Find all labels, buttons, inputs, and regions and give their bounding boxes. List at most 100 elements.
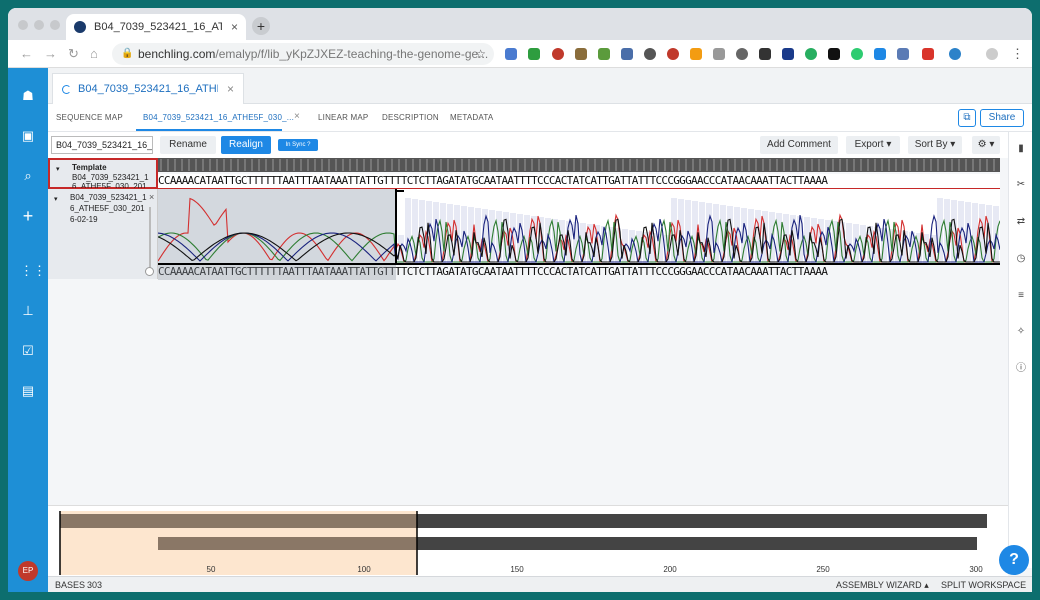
pinterest-extension-icon[interactable]	[667, 48, 679, 60]
close-tab-icon[interactable]: ×	[231, 20, 238, 34]
minimap-tick-label: 250	[816, 565, 830, 574]
position-ruler	[158, 158, 1000, 172]
template-row-label[interactable]: ▾ Template B04_7039_523421_1 6_ATHE5F_03…	[48, 158, 158, 189]
sort-by-button[interactable]: Sort By ▾	[908, 136, 962, 154]
alignment-name-field[interactable]: B04_7039_523421_16_...	[51, 136, 153, 154]
create-icon[interactable]: +	[20, 207, 36, 225]
share-button[interactable]: Share	[980, 109, 1024, 127]
new-tab-button[interactable]: +	[252, 17, 270, 35]
extension-icon[interactable]	[782, 48, 794, 60]
status-bar: BASES 303 ASSEMBLY WIZARD ▴ SPLIT WORKSP…	[48, 576, 1032, 592]
apps-grid-icon[interactable]: ⋮⋮	[20, 263, 46, 279]
primer-icon[interactable]: ✧	[1014, 325, 1028, 339]
swap-icon[interactable]: ⇄	[1014, 215, 1028, 229]
close-alignment-tab-icon[interactable]: ×	[294, 111, 300, 122]
extension-icon[interactable]	[552, 48, 564, 60]
extension-icon[interactable]	[949, 48, 961, 60]
extension-icon[interactable]	[505, 48, 517, 60]
extension-icon[interactable]	[828, 48, 840, 60]
quality-bar	[405, 198, 411, 265]
camera-extension-icon[interactable]	[897, 48, 909, 60]
forward-arrow-icon[interactable]: →	[44, 46, 57, 61]
chromatogram[interactable]	[158, 189, 1000, 265]
document-tab[interactable]: B04_7039_523421_16_ATHE5... ×	[52, 73, 244, 104]
profile-icon[interactable]	[986, 48, 998, 60]
history-icon[interactable]: ◷	[1014, 252, 1028, 266]
trimmed-sequence-shade	[158, 265, 396, 280]
add-comment-button[interactable]: Add Comment	[760, 136, 838, 154]
extension-icon[interactable]	[644, 48, 656, 60]
template-sequence: CCAAAACATAATTGCTTTTTTAATTTAATAAATTATTGTT…	[158, 174, 1000, 189]
spinner-icon	[62, 84, 71, 94]
maximize-window-button[interactable]	[50, 20, 60, 30]
info-icon[interactable]: ⓘ	[1014, 362, 1028, 376]
resize-handle[interactable]	[149, 207, 151, 269]
copy-icon[interactable]: ⧉	[958, 109, 976, 127]
minimap-tick-label: 50	[207, 565, 216, 574]
template-name-2: 6_ATHE5F_030_201	[72, 182, 147, 188]
quality-bar	[741, 208, 747, 265]
help-button[interactable]: ?	[999, 545, 1029, 575]
in-sync-badge: In Sync ?	[278, 139, 318, 151]
extension-icon[interactable]	[851, 48, 863, 60]
new-extension-icon[interactable]	[922, 48, 934, 60]
bases-label: BASES	[55, 580, 86, 590]
hierarchy-icon[interactable]: ⊥	[20, 303, 36, 319]
avatar[interactable]: EP	[18, 561, 38, 581]
bookmark-icon[interactable]: ▮	[1014, 142, 1028, 156]
read-row-label[interactable]: ▾ B04_7039_523421_1 × 6_ATHE5F_030_201 6…	[48, 189, 158, 279]
extension-icon[interactable]	[621, 48, 633, 60]
search-icon[interactable]: ⌕	[20, 168, 36, 184]
scissors-icon[interactable]: ✂	[1014, 178, 1028, 192]
reload-icon[interactable]: ↻	[68, 46, 79, 62]
app-sidebar: ☗ ▣ ⌕ + ⋮⋮ ⊥ ☑ ▤ EP	[8, 68, 48, 592]
rename-button[interactable]: Rename	[160, 136, 216, 154]
browser-tab[interactable]: B04_7039_523421_16_ATHE5F ×	[66, 14, 246, 40]
tab-sequence-map[interactable]: SEQUENCE MAP	[56, 113, 123, 122]
tab-metadata[interactable]: METADATA	[450, 113, 493, 122]
bases-count: 303	[87, 580, 103, 590]
rss-extension-icon[interactable]	[690, 48, 702, 60]
export-button[interactable]: Export ▾	[846, 136, 900, 154]
close-window-button[interactable]	[18, 20, 28, 30]
export-label: Export	[854, 139, 884, 150]
extension-icon[interactable]	[598, 48, 610, 60]
collapse-arrow-icon[interactable]: ▾	[54, 195, 58, 203]
collapse-arrow-icon[interactable]: ▾	[56, 165, 60, 173]
evernote-extension-icon[interactable]	[528, 48, 540, 60]
home-icon[interactable]: ⌂	[90, 46, 98, 61]
back-arrow-icon[interactable]: ←	[20, 46, 33, 61]
minimize-window-button[interactable]	[34, 20, 44, 30]
resize-knob[interactable]	[145, 267, 154, 276]
inventory-icon[interactable]: ▣	[20, 128, 36, 144]
align-icon[interactable]: ≡	[1014, 289, 1028, 303]
extension-icon[interactable]	[805, 48, 817, 60]
minimap-tick-label: 300	[969, 565, 983, 574]
extension-icon[interactable]	[874, 48, 886, 60]
tasks-icon[interactable]: ☑	[20, 343, 36, 359]
tab-alignment[interactable]: B04_7039_523421_16_ATHE5F_030_...	[143, 113, 294, 122]
in-sync-label: In Sync	[285, 142, 306, 148]
extension-icon[interactable]	[736, 48, 748, 60]
browser-toolbar: ← → ↻ ⌂ 🔒 benchling.com/emalyp/f/lib_yKp…	[8, 40, 1032, 68]
extension-icon[interactable]	[759, 48, 771, 60]
tab-description[interactable]: DESCRIPTION	[382, 113, 439, 122]
read-name-1: B04_7039_523421_1	[70, 193, 147, 202]
remove-read-icon[interactable]: ×	[149, 192, 154, 202]
address-bar[interactable]: 🔒 benchling.com/emalyp/f/lib_yKpZJXEZ-te…	[112, 43, 494, 65]
benchling-logo-icon[interactable]: ☗	[20, 88, 36, 104]
browser-window: B04_7039_523421_16_ATHE5F × + ← → ↻ ⌂ 🔒 …	[8, 8, 1032, 592]
alignment-overview[interactable]: 50 100 150 200 250 300	[48, 505, 1008, 576]
bookmark-star-icon[interactable]: ☆	[475, 43, 486, 65]
settings-button[interactable]: ⚙ ▾	[972, 136, 1000, 154]
extension-icon[interactable]	[575, 48, 587, 60]
lock-icon: 🔒	[121, 48, 134, 59]
assembly-wizard-button[interactable]: ASSEMBLY WIZARD ▴	[836, 580, 929, 591]
tab-linear-map[interactable]: LINEAR MAP	[318, 113, 368, 122]
close-document-tab-icon[interactable]: ×	[227, 82, 234, 96]
realign-button[interactable]: Realign	[221, 136, 271, 154]
extension-icon[interactable]	[713, 48, 725, 60]
folder-icon[interactable]: ▤	[20, 383, 36, 399]
split-workspace-button[interactable]: SPLIT WORKSPACE	[941, 580, 1026, 590]
menu-dots-icon[interactable]: ⋮	[1011, 46, 1024, 62]
